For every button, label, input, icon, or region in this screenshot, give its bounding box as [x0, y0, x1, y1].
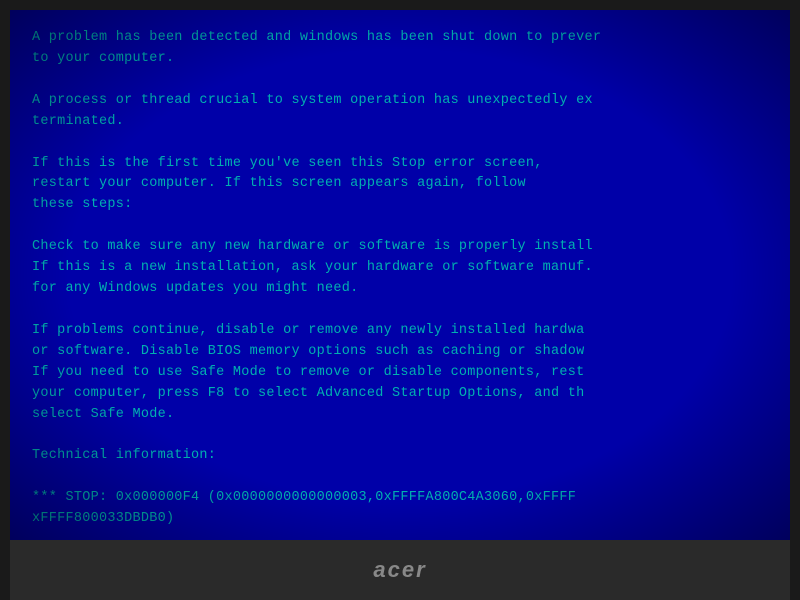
monitor: A problem has been detected and windows … — [0, 0, 800, 600]
monitor-bottom-bar: acer — [10, 540, 790, 600]
bsod-screen: A problem has been detected and windows … — [10, 10, 790, 540]
bsod-text: A problem has been detected and windows … — [32, 28, 768, 540]
brand-label: acer — [373, 557, 426, 583]
